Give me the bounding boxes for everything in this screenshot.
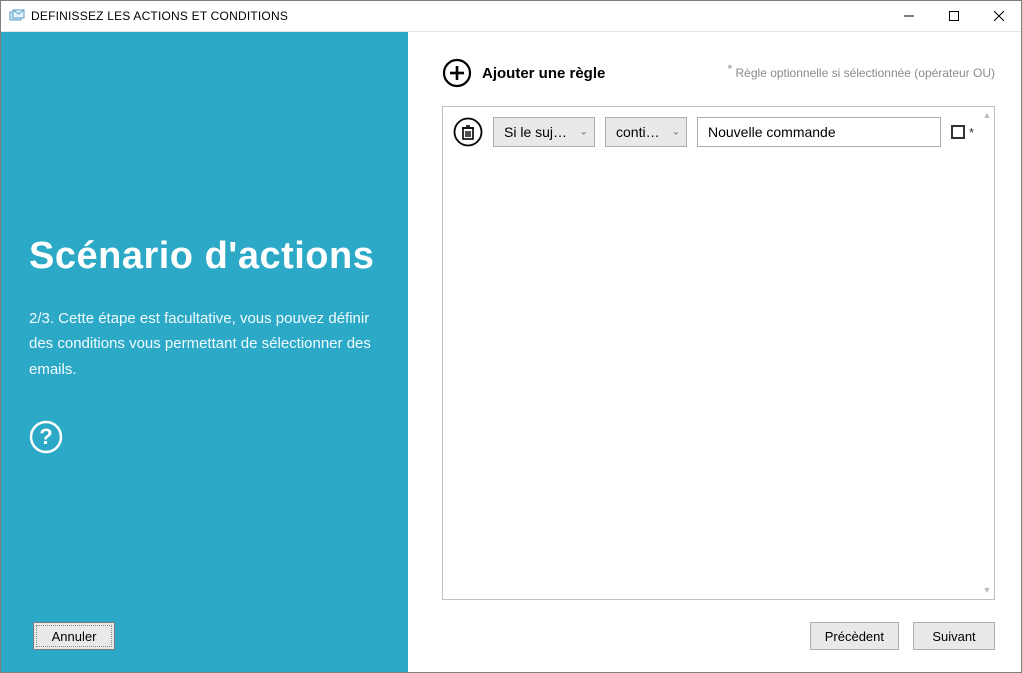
rule-operator-dropdown[interactable]: contient ⌄ [605,117,687,147]
delete-rule-button[interactable] [453,117,483,147]
scroll-down-icon: ▼ [983,586,992,595]
cancel-button-label: Annuler [52,629,97,644]
svg-text:?: ? [39,424,52,449]
rule-field-dropdown[interactable]: Si le sujet... ⌄ [493,117,595,147]
rule-optional-checkbox[interactable]: * [951,125,974,140]
asterisk-icon: * [969,125,974,140]
main-header: Ajouter une règle Règle optionnelle si s… [442,58,995,88]
checkbox-icon [951,125,965,139]
add-rule-label: Ajouter une règle [482,65,605,82]
close-button[interactable] [976,1,1021,31]
previous-button[interactable]: Précèdent [810,622,899,650]
rules-list: Si le sujet... ⌄ contient ⌄ Nouvelle com… [442,106,995,600]
app-window: DEFINISSEZ LES ACTIONS ET CONDITIONS Scé… [0,0,1022,673]
wizard-footer: Précèdent Suivant [442,622,995,650]
page-description: 2/3. Cette étape est facultative, vous p… [29,306,380,383]
wizard-main: Ajouter une règle Règle optionnelle si s… [408,32,1021,672]
rules-scrollbar[interactable]: ▲ ▼ [982,111,992,595]
plus-circle-icon [442,58,472,88]
window-body: Scénario d'actions 2/3. Cette étape est … [1,32,1021,672]
title-bar: DEFINISSEZ LES ACTIONS ET CONDITIONS [1,1,1021,32]
next-button[interactable]: Suivant [913,622,995,650]
rule-row: Si le sujet... ⌄ contient ⌄ Nouvelle com… [453,117,974,147]
previous-button-label: Précèdent [825,629,884,644]
next-button-label: Suivant [932,629,975,644]
rule-value-text: Nouvelle commande [708,124,836,140]
maximize-button[interactable] [931,1,976,31]
window-title: DEFINISSEZ LES ACTIONS ET CONDITIONS [31,9,288,23]
chevron-down-icon: ⌄ [672,127,680,138]
wizard-sidebar: Scénario d'actions 2/3. Cette étape est … [1,32,408,672]
rule-value-input[interactable]: Nouvelle commande [697,117,941,147]
cancel-button[interactable]: Annuler [33,622,115,650]
optional-rule-hint: Règle optionnelle si sélectionnée (opéra… [728,66,995,80]
app-icon [9,8,25,24]
scroll-up-icon: ▲ [983,111,992,120]
chevron-down-icon: ⌄ [580,127,588,138]
add-rule-button[interactable]: Ajouter une règle [442,58,605,88]
help-icon[interactable]: ? [29,420,63,454]
page-title: Scénario d'actions [29,32,380,278]
window-controls [886,1,1021,31]
minimize-button[interactable] [886,1,931,31]
